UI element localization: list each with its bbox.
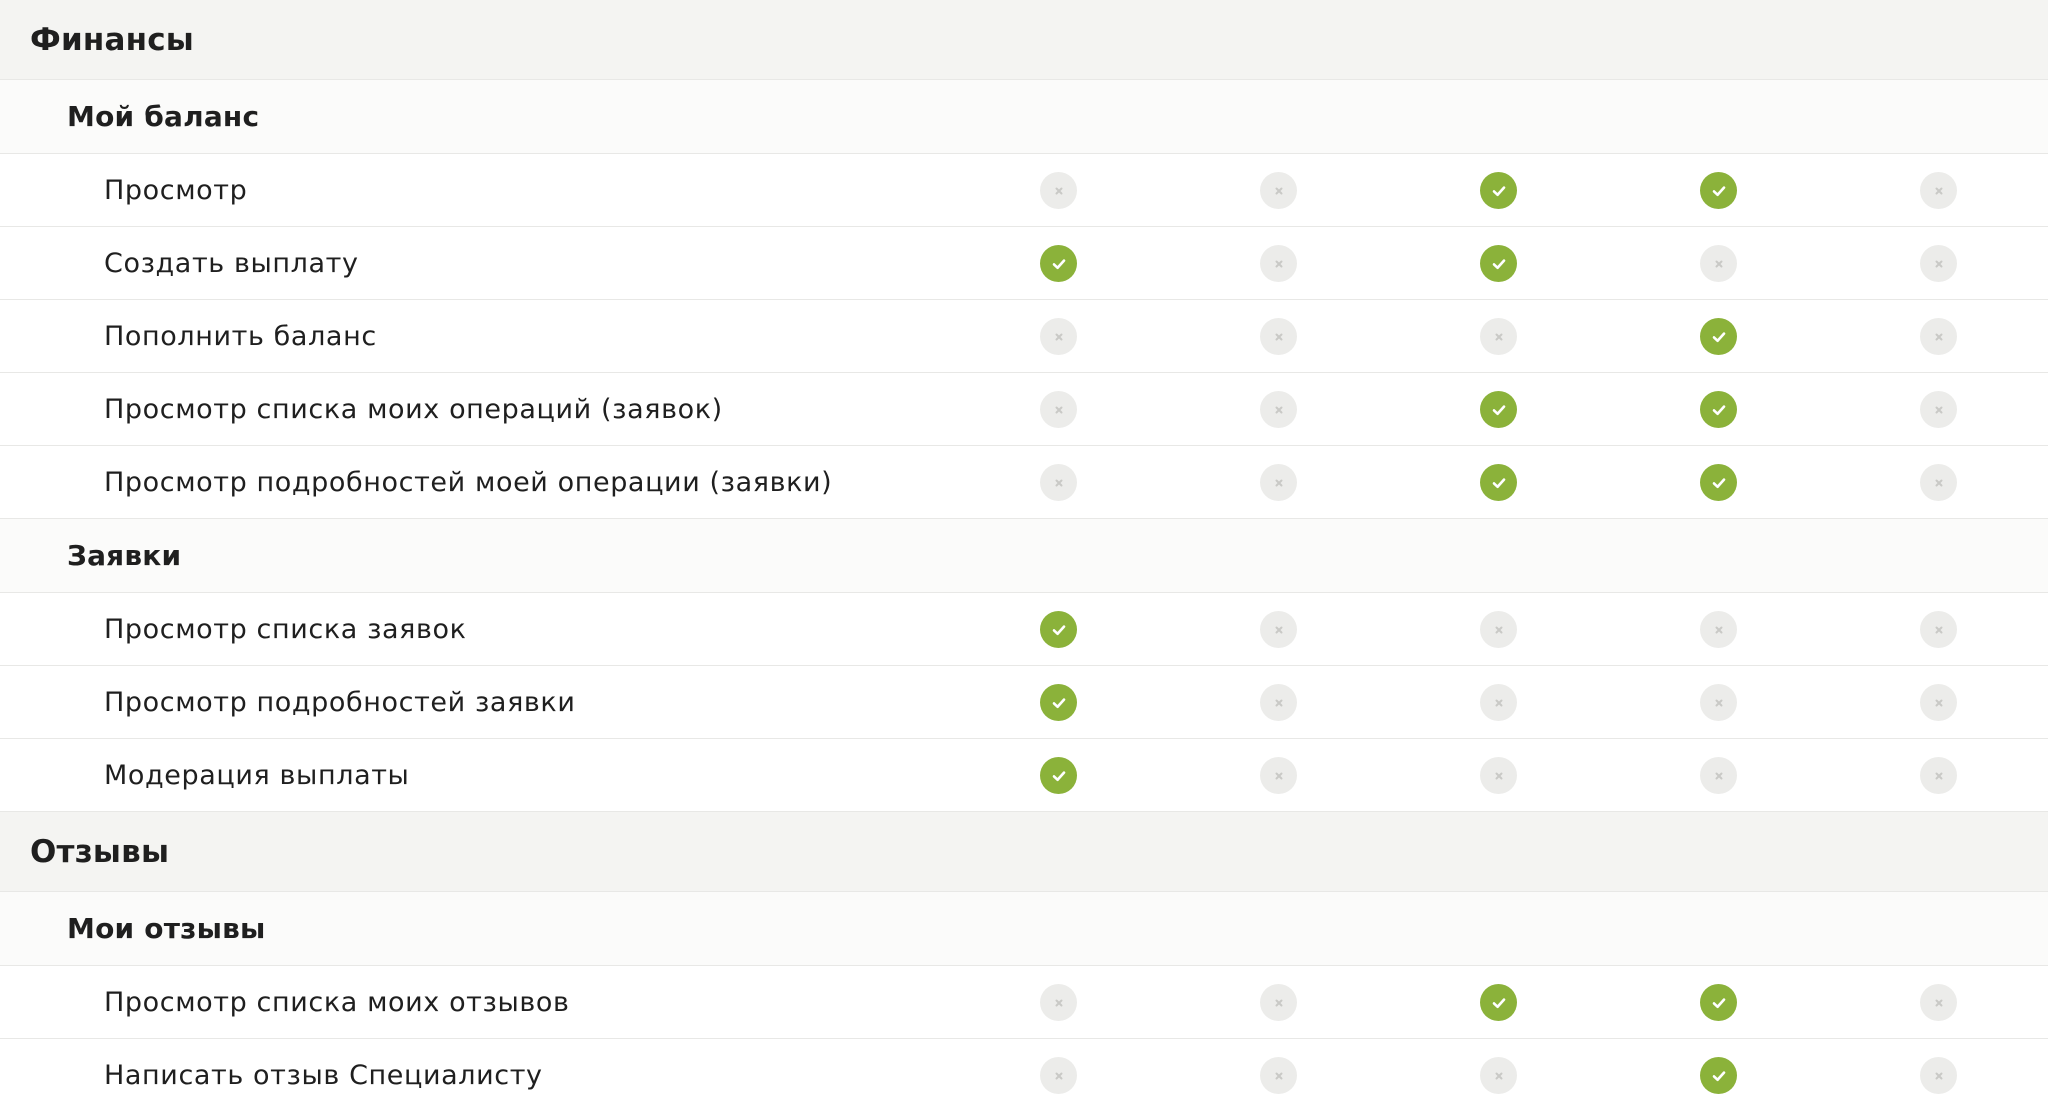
cross-icon[interactable] <box>1700 611 1737 648</box>
section-title: Финансы <box>30 21 195 58</box>
cross-icon[interactable] <box>1040 464 1077 501</box>
permission-row: Написать отзыв Специалисту <box>0 1039 2048 1110</box>
cross-icon[interactable] <box>1260 391 1297 428</box>
cross-icon[interactable] <box>1480 318 1517 355</box>
cross-icon[interactable] <box>1480 684 1517 721</box>
check-icon[interactable] <box>1040 757 1077 794</box>
cross-icon[interactable] <box>1260 984 1297 1021</box>
group-header-requests[interactable]: Заявки <box>0 519 2048 593</box>
cross-icon[interactable] <box>1480 1057 1517 1094</box>
permission-row: Просмотр списка моих отзывов <box>0 966 2048 1039</box>
cross-icon[interactable] <box>1480 757 1517 794</box>
check-icon[interactable] <box>1040 611 1077 648</box>
cross-icon[interactable] <box>1700 757 1737 794</box>
cross-icon[interactable] <box>1920 1057 1957 1094</box>
cross-icon[interactable] <box>1040 318 1077 355</box>
check-icon[interactable] <box>1480 464 1517 501</box>
permission-row: Просмотр <box>0 154 2048 227</box>
permission-label: Просмотр <box>104 174 248 206</box>
permission-row: Модерация выплаты <box>0 739 2048 812</box>
cross-icon[interactable] <box>1260 318 1297 355</box>
permission-row: Пополнить баланс <box>0 300 2048 373</box>
permission-label: Просмотр подробностей заявки <box>104 686 576 718</box>
permission-label: Модерация выплаты <box>104 759 410 791</box>
group-title: Мой баланс <box>67 100 260 133</box>
cross-icon[interactable] <box>1920 611 1957 648</box>
section-header-reviews[interactable]: Отзывы <box>0 812 2048 892</box>
cross-icon[interactable] <box>1260 757 1297 794</box>
permission-label: Просмотр списка заявок <box>104 613 467 645</box>
check-icon[interactable] <box>1700 464 1737 501</box>
group-title: Заявки <box>67 539 182 572</box>
check-icon[interactable] <box>1700 984 1737 1021</box>
cross-icon[interactable] <box>1920 391 1957 428</box>
permission-label: Просмотр списка моих отзывов <box>104 986 570 1018</box>
cross-icon[interactable] <box>1920 757 1957 794</box>
cross-icon[interactable] <box>1920 984 1957 1021</box>
section-title: Отзывы <box>30 833 170 870</box>
group-header-my-reviews[interactable]: Мои отзывы <box>0 892 2048 966</box>
permissions-table: Финансы Мой баланс Просмотр Создать выпл… <box>0 0 2048 1110</box>
cross-icon[interactable] <box>1260 684 1297 721</box>
permission-row: Создать выплату <box>0 227 2048 300</box>
cross-icon[interactable] <box>1040 391 1077 428</box>
permission-row: Просмотр списка моих операций (заявок) <box>0 373 2048 446</box>
permission-row: Просмотр подробностей моей операции (зая… <box>0 446 2048 519</box>
cross-icon[interactable] <box>1700 245 1737 282</box>
check-icon[interactable] <box>1700 1057 1737 1094</box>
permission-label: Просмотр подробностей моей операции (зая… <box>104 466 833 498</box>
cross-icon[interactable] <box>1700 684 1737 721</box>
cross-icon[interactable] <box>1260 1057 1297 1094</box>
cross-icon[interactable] <box>1920 172 1957 209</box>
cross-icon[interactable] <box>1920 464 1957 501</box>
permission-label: Создать выплату <box>104 247 359 279</box>
permission-label: Пополнить баланс <box>104 320 377 352</box>
check-icon[interactable] <box>1480 391 1517 428</box>
group-header-my-balance[interactable]: Мой баланс <box>0 80 2048 154</box>
check-icon[interactable] <box>1480 172 1517 209</box>
check-icon[interactable] <box>1040 245 1077 282</box>
check-icon[interactable] <box>1700 172 1737 209</box>
cross-icon[interactable] <box>1260 464 1297 501</box>
cross-icon[interactable] <box>1480 611 1517 648</box>
permission-label: Просмотр списка моих операций (заявок) <box>104 393 723 425</box>
check-icon[interactable] <box>1700 391 1737 428</box>
check-icon[interactable] <box>1700 318 1737 355</box>
cross-icon[interactable] <box>1040 1057 1077 1094</box>
group-title: Мои отзывы <box>67 912 266 945</box>
permission-row: Просмотр списка заявок <box>0 593 2048 666</box>
check-icon[interactable] <box>1480 984 1517 1021</box>
cross-icon[interactable] <box>1040 984 1077 1021</box>
cross-icon[interactable] <box>1260 172 1297 209</box>
cross-icon[interactable] <box>1260 245 1297 282</box>
permission-row: Просмотр подробностей заявки <box>0 666 2048 739</box>
cross-icon[interactable] <box>1260 611 1297 648</box>
permission-label: Написать отзыв Специалисту <box>104 1059 543 1091</box>
cross-icon[interactable] <box>1920 245 1957 282</box>
section-header-finance[interactable]: Финансы <box>0 0 2048 80</box>
check-icon[interactable] <box>1040 684 1077 721</box>
check-icon[interactable] <box>1480 245 1517 282</box>
cross-icon[interactable] <box>1920 684 1957 721</box>
cross-icon[interactable] <box>1040 172 1077 209</box>
cross-icon[interactable] <box>1920 318 1957 355</box>
